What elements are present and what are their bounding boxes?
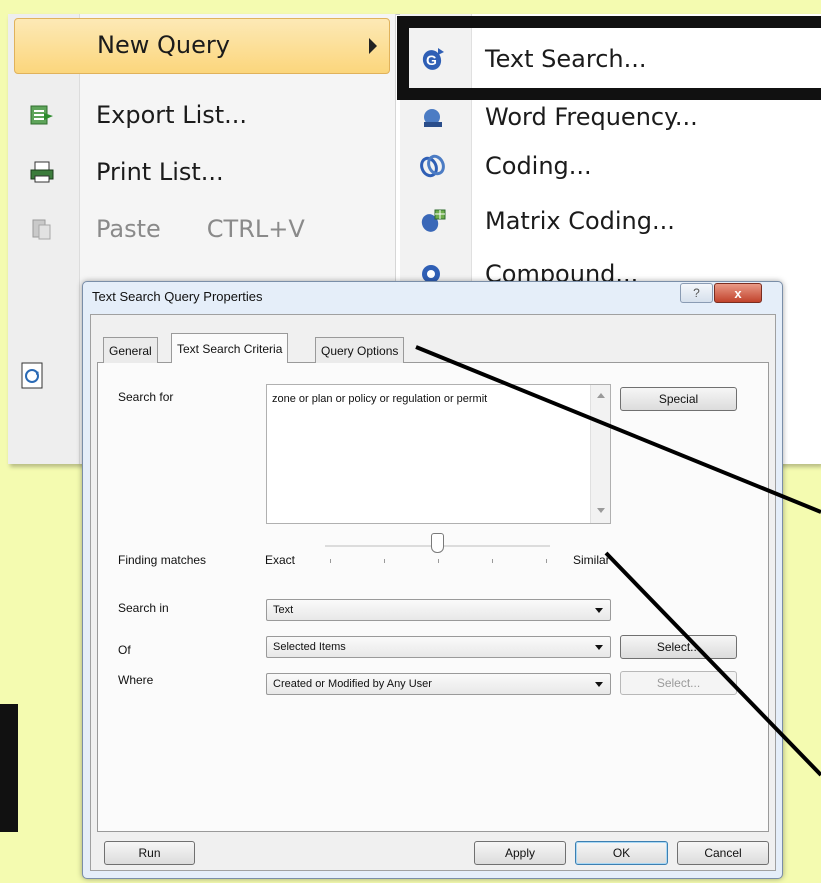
refresh-icon: [20, 362, 46, 395]
menu-item-paste-shortcut: CTRL+V: [206, 215, 305, 243]
search-for-scrollbar[interactable]: [590, 385, 610, 523]
menu-item-paste[interactable]: Paste CTRL+V: [14, 200, 305, 258]
slide-title-fragment: ​: [0, 0, 821, 14]
slider-exact-label: Exact: [265, 553, 296, 567]
search-for-value: zone or plan or policy or regulation or …: [272, 393, 488, 405]
word-frequency-icon: [405, 104, 461, 130]
where-value: Created or Modified by Any User: [273, 678, 432, 690]
matrix-coding-icon: [405, 208, 461, 234]
search-in-value: Text: [273, 604, 294, 616]
search-in-label: Search in: [118, 601, 169, 615]
menu-item-print-list-label: Print List...: [96, 158, 224, 186]
ok-button[interactable]: OK: [575, 841, 668, 865]
annotation-bracket: [0, 704, 18, 832]
submenu-arrow-icon: [369, 38, 377, 54]
slider-similar-label: Similar: [573, 553, 610, 567]
scroll-down-icon: [597, 508, 605, 513]
slider-tick: [546, 559, 547, 563]
menu-item-coding[interactable]: Coding...: [405, 137, 821, 195]
special-button[interactable]: Special: [620, 387, 737, 411]
scroll-up-icon: [597, 393, 605, 398]
search-for-textarea[interactable]: zone or plan or policy or regulation or …: [266, 384, 611, 524]
close-button[interactable]: x: [714, 283, 762, 303]
menu-item-new-query-label: New Query: [97, 31, 230, 59]
where-dropdown[interactable]: Created or Modified by Any User: [266, 673, 611, 695]
search-for-label: Search for: [118, 390, 174, 404]
of-dropdown[interactable]: Selected Items: [266, 636, 611, 658]
cancel-button[interactable]: Cancel: [677, 841, 769, 865]
chevron-down-icon: [595, 608, 603, 613]
tab-general[interactable]: General: [103, 337, 158, 363]
finding-matches-label: Finding matches: [118, 553, 207, 567]
annotation-highlight-box: [397, 16, 821, 100]
of-value: Selected Items: [273, 641, 346, 653]
paste-icon: [14, 217, 70, 241]
tab-query-options[interactable]: Query Options: [315, 337, 405, 363]
menu-item-paste-label: Paste: [96, 215, 161, 243]
export-list-icon: [14, 104, 70, 126]
menu-item-export-list[interactable]: Export List...: [14, 86, 247, 144]
select-button-disabled[interactable]: Select...: [620, 671, 737, 695]
finding-matches-slider-thumb[interactable]: [431, 533, 444, 553]
run-button[interactable]: Run: [104, 841, 195, 865]
slider-tick: [438, 559, 439, 563]
menu-item-word-frequency-label: Word Frequency...: [485, 103, 698, 131]
chevron-down-icon: [595, 682, 603, 687]
menu-item-export-list-label: Export List...: [96, 101, 248, 129]
menu-item-matrix-coding-label: Matrix Coding...: [485, 207, 675, 235]
menu-item-coding-label: Coding...: [485, 152, 592, 180]
slider-tick: [384, 559, 385, 563]
of-label: Of: [118, 643, 131, 657]
coding-icon: [405, 153, 461, 179]
menu-item-matrix-coding[interactable]: Matrix Coding...: [405, 192, 821, 250]
search-in-dropdown[interactable]: Text: [266, 599, 611, 621]
help-button[interactable]: ?: [680, 283, 713, 303]
print-icon: [14, 161, 70, 183]
select-button[interactable]: Select...: [620, 635, 737, 659]
slider-tick: [492, 559, 493, 563]
where-label: Where: [118, 673, 154, 687]
slider-tick: [330, 559, 331, 563]
menu-item-new-query[interactable]: New Query: [14, 18, 390, 74]
dialog-title: Text Search Query Properties: [92, 289, 263, 304]
chevron-down-icon: [595, 645, 603, 650]
menu-item-print-list[interactable]: Print List...: [14, 143, 224, 201]
apply-button[interactable]: Apply: [474, 841, 566, 865]
tab-text-search-criteria[interactable]: Text Search Criteria: [171, 333, 289, 363]
